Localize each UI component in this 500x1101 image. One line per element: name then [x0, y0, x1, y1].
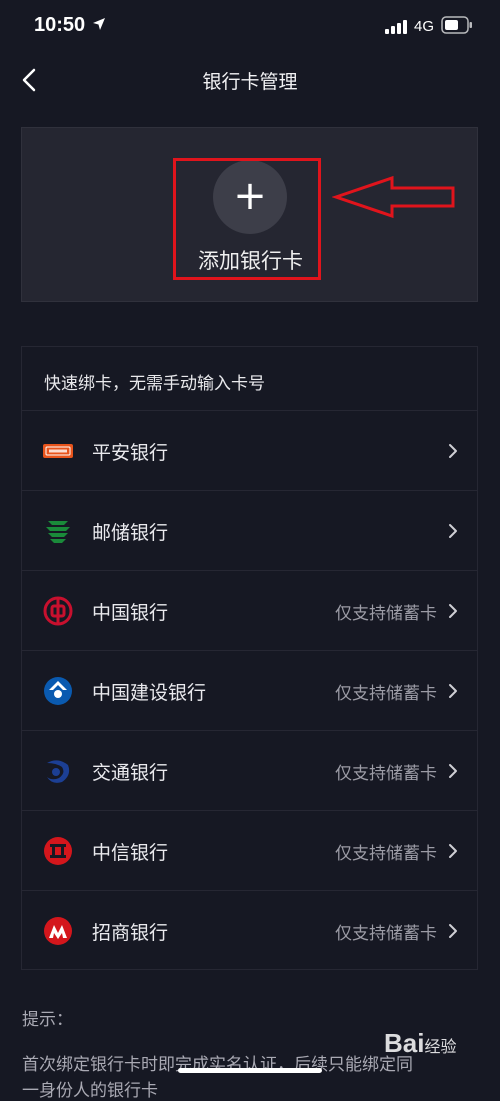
chevron-right-icon — [449, 524, 457, 538]
cmb-bank-logo-icon — [44, 917, 72, 945]
annotation-arrow-icon — [332, 175, 455, 219]
chevron-right-icon — [449, 604, 457, 618]
quick-bind-bank-list: 快速绑卡，无需手动输入卡号 平安银行 邮储银行 中国银行 仅支持储蓄卡 中国建设… — [21, 346, 478, 970]
bank-note: 仅支持储蓄卡 — [335, 844, 437, 864]
chevron-right-icon — [449, 844, 457, 858]
bocom-bank-logo-icon — [47, 760, 70, 783]
nav-bar: 银行卡管理 — [0, 56, 500, 104]
status-time: 10:50 — [34, 14, 86, 36]
bank-row-psbc[interactable]: 邮储银行 — [22, 490, 477, 571]
bank-row-bocom[interactable]: 交通银行 仅支持储蓄卡 — [22, 730, 477, 811]
bank-row-cmb[interactable]: 招商银行 仅支持储蓄卡 — [22, 890, 477, 971]
bank-note: 仅支持储蓄卡 — [335, 924, 437, 944]
annotation-highlight-box — [173, 158, 321, 280]
bank-name: 交通银行 — [92, 762, 169, 784]
bank-name: 中国建设银行 — [92, 682, 207, 704]
bank-name: 中信银行 — [92, 842, 169, 864]
pingan-bank-logo-icon — [43, 444, 73, 458]
cellular-signal-icon — [385, 20, 407, 34]
bank-row-pingan[interactable]: 平安银行 — [22, 410, 477, 491]
watermark: Bai经验 — [384, 1028, 456, 1059]
chevron-right-icon — [449, 924, 457, 938]
tips-label: 提示： — [22, 1010, 73, 1030]
home-indicator — [178, 1068, 322, 1073]
chevron-right-icon — [449, 764, 457, 778]
citic-bank-logo-icon — [44, 837, 72, 865]
bank-name: 中国银行 — [92, 602, 169, 624]
boc-bank-logo-icon — [43, 596, 73, 626]
bank-row-ccb[interactable]: 中国建设银行 仅支持储蓄卡 — [22, 650, 477, 731]
bank-note: 仅支持储蓄卡 — [335, 764, 437, 784]
bank-name: 邮储银行 — [92, 522, 169, 544]
bank-note: 仅支持储蓄卡 — [335, 684, 437, 704]
location-arrow-icon — [93, 18, 105, 30]
bank-list-header: 快速绑卡，无需手动输入卡号 — [44, 374, 265, 394]
network-type: 4G — [414, 18, 435, 35]
bank-row-citic[interactable]: 中信银行 仅支持储蓄卡 — [22, 810, 477, 891]
bank-name: 招商银行 — [92, 922, 169, 944]
ccb-bank-logo-icon — [44, 677, 72, 705]
bank-note: 仅支持储蓄卡 — [335, 604, 437, 624]
psbc-bank-logo-icon — [46, 521, 70, 543]
tips-text-continued: 一身份人的银行卡 — [22, 1081, 158, 1101]
watermark-text: Bai — [384, 1028, 425, 1058]
status-bar: 10:50 4G — [0, 0, 500, 56]
chevron-right-icon — [449, 684, 457, 698]
bank-name: 平安银行 — [92, 442, 169, 464]
bank-row-boc[interactable]: 中国银行 仅支持储蓄卡 — [22, 570, 477, 651]
watermark-sub: 经验 — [424, 1039, 457, 1056]
page-title: 银行卡管理 — [202, 71, 298, 93]
chevron-right-icon — [449, 444, 457, 458]
battery-icon — [441, 16, 472, 34]
